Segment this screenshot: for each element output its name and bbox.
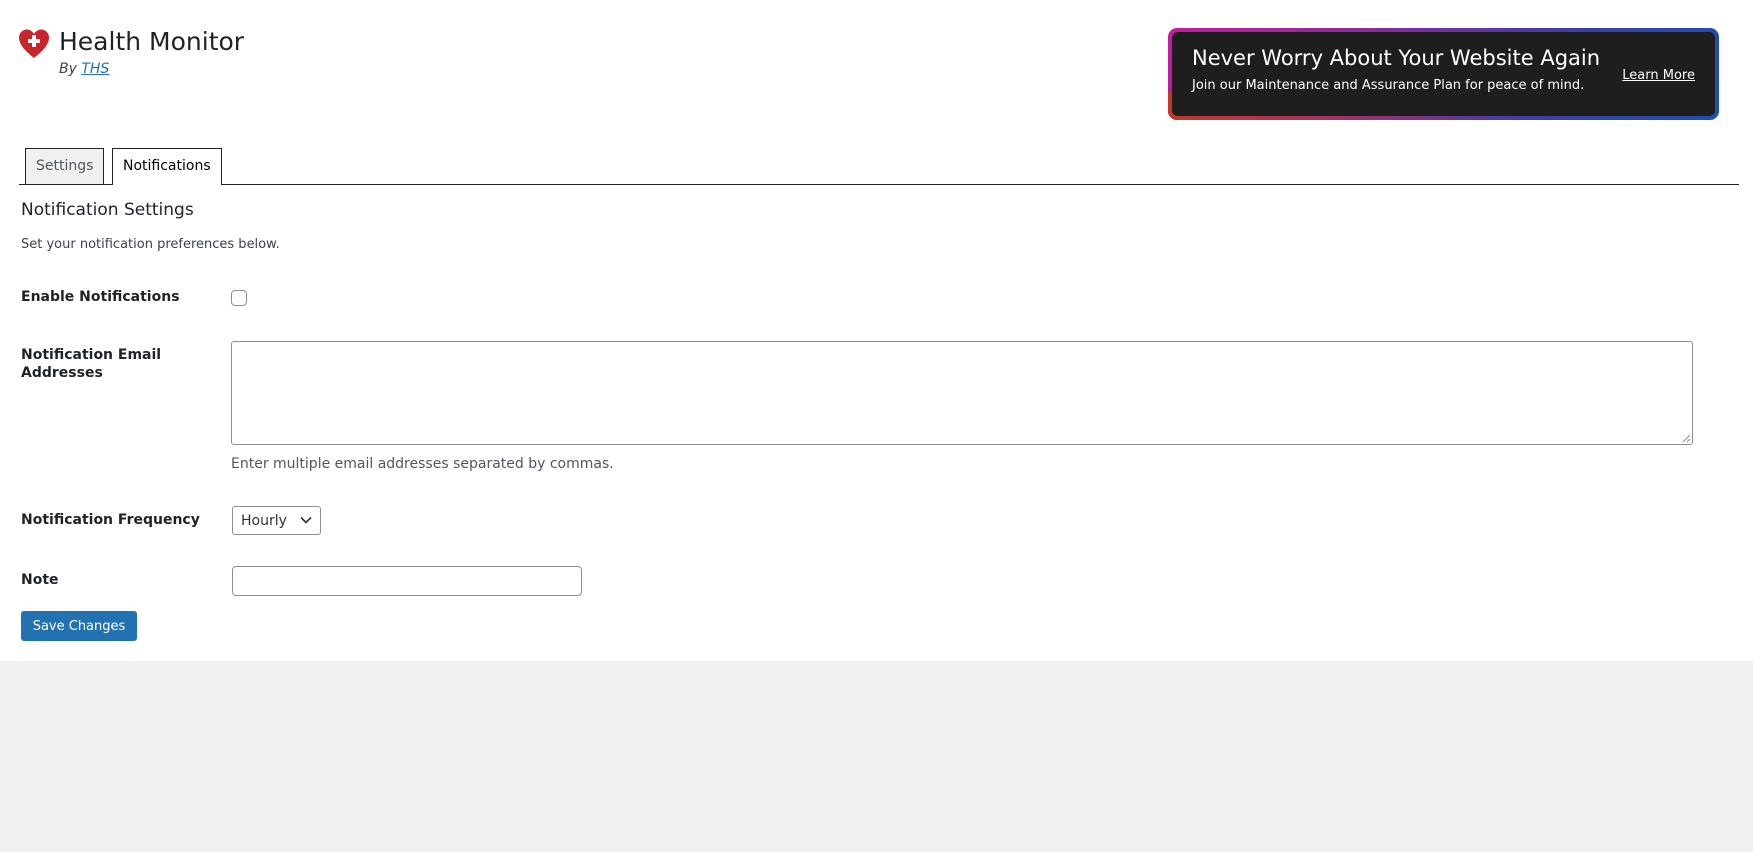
resize-grip-icon[interactable] [1681,433,1691,443]
notification-emails-label: Notification Email Addresses [21,347,162,381]
byline-prefix: By [59,61,77,77]
app-title: Health Monitor [59,27,245,56]
author-link[interactable]: THS [81,61,109,77]
tab-settings[interactable]: Settings [25,148,105,184]
note-label: Note [21,572,59,588]
note-input[interactable] [232,566,582,596]
notification-emails-textarea[interactable] [231,341,1693,445]
promo-banner: Never Worry About Your Website Again Joi… [1168,28,1719,120]
settings-page: Health Monitor By THS Never Worry About … [0,0,1753,661]
section-description: Set your notification preferences below. [21,237,280,252]
promo-subtitle: Join our Maintenance and Assurance Plan … [1192,78,1585,93]
learn-more-link[interactable]: Learn More [1622,68,1695,83]
chevron-down-icon [300,516,312,524]
enable-notifications-label: Enable Notifications [21,289,180,305]
tab-bar: Settings Notifications [19,148,1739,185]
promo-banner-inner: Never Worry About Your Website Again Joi… [1172,32,1715,116]
frequency-selected-value: Hourly [241,513,287,529]
emails-help-text: Enter multiple email addresses separated… [231,456,614,472]
enable-notifications-checkbox[interactable] [231,290,247,306]
save-changes-button[interactable]: Save Changes [21,611,137,641]
section-title: Notification Settings [21,200,194,220]
byline: By THS [59,61,109,77]
notification-frequency-select[interactable]: Hourly [232,506,321,535]
promo-title: Never Worry About Your Website Again [1192,46,1601,70]
heart-plus-icon [19,29,49,58]
notification-frequency-label: Notification Frequency [21,512,200,528]
tab-notifications[interactable]: Notifications [112,148,222,185]
